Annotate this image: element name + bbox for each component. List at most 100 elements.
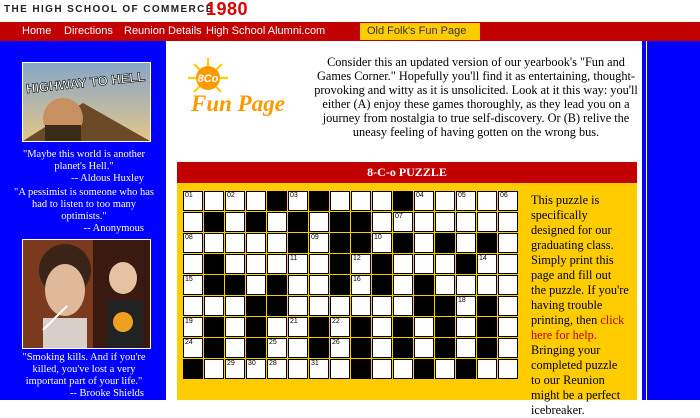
grid-cell[interactable]: 10 (372, 233, 392, 253)
grid-cell[interactable]: 26 (330, 338, 350, 358)
grid-cell[interactable] (372, 191, 392, 211)
grid-cell[interactable] (330, 359, 350, 379)
nav-home[interactable]: Home (22, 25, 51, 37)
grid-cell[interactable] (351, 191, 371, 211)
grid-cell[interactable]: 04 (414, 191, 434, 211)
grid-cell[interactable] (477, 212, 497, 232)
grid-cell[interactable] (498, 212, 518, 232)
grid-cell[interactable]: 18 (456, 296, 476, 316)
grid-cell[interactable] (456, 275, 476, 295)
grid-cell[interactable] (372, 338, 392, 358)
grid-cell[interactable]: 14 (477, 254, 497, 274)
grid-cell[interactable] (288, 359, 308, 379)
grid-cell[interactable]: 31 (309, 359, 329, 379)
nav-fun-page[interactable]: Old Folk's Fun Page (360, 23, 480, 40)
grid-cell[interactable] (393, 275, 413, 295)
grid-cell[interactable] (393, 296, 413, 316)
grid-cell[interactable] (498, 254, 518, 274)
grid-cell[interactable] (225, 338, 245, 358)
grid-cell[interactable]: 25 (267, 338, 287, 358)
nav-alumni[interactable]: High School Alumni.com (206, 25, 325, 37)
grid-cell[interactable] (330, 191, 350, 211)
grid-cell[interactable] (435, 254, 455, 274)
grid-cell[interactable] (225, 296, 245, 316)
highway-to-hell-image[interactable]: HIGHWAY TO HELL (22, 62, 151, 142)
grid-cell[interactable]: 16 (351, 275, 371, 295)
grid-cell[interactable] (456, 338, 476, 358)
grid-cell[interactable]: 30 (246, 359, 266, 379)
grid-cell[interactable] (414, 212, 434, 232)
grid-cell[interactable] (288, 296, 308, 316)
grid-cell[interactable]: 24 (183, 338, 203, 358)
grid-cell[interactable] (225, 212, 245, 232)
grid-cell[interactable]: 06 (498, 191, 518, 211)
grid-cell[interactable] (456, 233, 476, 253)
grid-cell[interactable]: 15 (183, 275, 203, 295)
grid-cell[interactable] (204, 359, 224, 379)
grid-cell[interactable] (309, 212, 329, 232)
grid-cell[interactable] (246, 254, 266, 274)
grid-cell[interactable] (351, 296, 371, 316)
grid-cell[interactable] (372, 359, 392, 379)
grid-cell[interactable] (183, 254, 203, 274)
grid-cell[interactable] (330, 296, 350, 316)
grid-cell[interactable] (288, 338, 308, 358)
grid-cell[interactable] (183, 212, 203, 232)
grid-cell[interactable]: 08 (183, 233, 203, 253)
grid-cell[interactable] (477, 359, 497, 379)
grid-cell[interactable]: 22 (330, 317, 350, 337)
grid-cell[interactable]: 07 (393, 212, 413, 232)
grid-cell[interactable] (309, 254, 329, 274)
grid-cell[interactable] (393, 254, 413, 274)
grid-cell[interactable] (435, 191, 455, 211)
grid-cell[interactable] (309, 275, 329, 295)
grid-cell[interactable] (477, 191, 497, 211)
grid-cell[interactable] (498, 317, 518, 337)
grid-cell[interactable] (204, 296, 224, 316)
grid-cell[interactable] (456, 212, 476, 232)
grid-cell[interactable] (288, 275, 308, 295)
grid-cell[interactable] (225, 317, 245, 337)
grid-cell[interactable] (498, 233, 518, 253)
smoking-promo-image[interactable] (22, 239, 151, 349)
nav-reunion-details[interactable]: Reunion Details (124, 25, 202, 37)
grid-cell[interactable] (477, 275, 497, 295)
grid-cell[interactable] (267, 233, 287, 253)
grid-cell[interactable] (246, 233, 266, 253)
grid-cell[interactable] (183, 296, 203, 316)
grid-cell[interactable] (456, 317, 476, 337)
grid-cell[interactable] (225, 233, 245, 253)
grid-cell[interactable]: 01 (183, 191, 203, 211)
grid-cell[interactable]: 09 (309, 233, 329, 253)
grid-cell[interactable] (393, 359, 413, 379)
grid-cell[interactable] (498, 275, 518, 295)
grid-cell[interactable] (267, 254, 287, 274)
grid-cell[interactable]: 03 (288, 191, 308, 211)
grid-cell[interactable]: 29 (225, 359, 245, 379)
grid-cell[interactable] (414, 254, 434, 274)
grid-cell[interactable] (225, 254, 245, 274)
grid-cell[interactable] (414, 233, 434, 253)
grid-cell[interactable] (435, 212, 455, 232)
grid-cell[interactable] (498, 359, 518, 379)
grid-cell[interactable] (267, 317, 287, 337)
grid-cell[interactable] (204, 191, 224, 211)
grid-cell[interactable] (246, 191, 266, 211)
grid-cell[interactable]: 21 (288, 317, 308, 337)
grid-cell[interactable]: 12 (351, 254, 371, 274)
grid-cell[interactable] (309, 296, 329, 316)
grid-cell[interactable] (498, 296, 518, 316)
nav-directions[interactable]: Directions (64, 25, 113, 37)
grid-cell[interactable]: 19 (183, 317, 203, 337)
grid-cell[interactable] (204, 233, 224, 253)
grid-cell[interactable]: 05 (456, 191, 476, 211)
grid-cell[interactable]: 02 (225, 191, 245, 211)
grid-cell[interactable] (372, 317, 392, 337)
grid-cell[interactable] (498, 338, 518, 358)
grid-cell[interactable] (372, 296, 392, 316)
grid-cell[interactable] (414, 338, 434, 358)
grid-cell[interactable]: 28 (267, 359, 287, 379)
grid-cell[interactable]: 11 (288, 254, 308, 274)
grid-cell[interactable] (372, 212, 392, 232)
grid-cell[interactable] (435, 359, 455, 379)
